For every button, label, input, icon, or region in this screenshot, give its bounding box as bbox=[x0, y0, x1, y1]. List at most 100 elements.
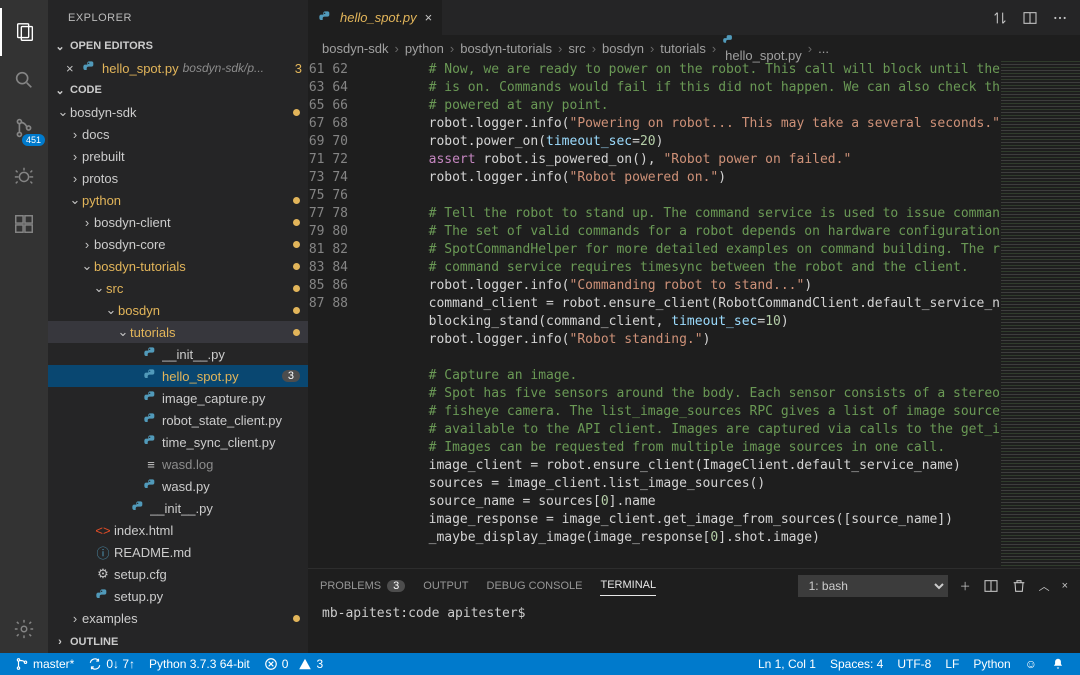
file-item[interactable]: ⚙setup.cfg bbox=[48, 563, 308, 585]
status-eol[interactable]: LF bbox=[938, 657, 966, 671]
breadcrumb-item[interactable]: src bbox=[568, 41, 585, 56]
open-editors-section[interactable]: ⌄ OPEN EDITORS bbox=[48, 35, 308, 57]
close-icon[interactable]: × bbox=[66, 61, 82, 76]
chevron-right-icon: › bbox=[54, 636, 66, 648]
file-item[interactable]: time_sync_client.py bbox=[48, 431, 308, 453]
extensions-icon[interactable] bbox=[0, 200, 48, 248]
chevron-up-icon[interactable]: ︿ bbox=[1039, 578, 1050, 594]
folder-item[interactable]: ›bosdyn-core bbox=[48, 233, 308, 255]
modified-dot bbox=[293, 197, 300, 204]
close-icon[interactable]: × bbox=[425, 10, 433, 25]
folder-item[interactable]: ⌄src bbox=[48, 277, 308, 299]
chevron-down-icon: ⌄ bbox=[54, 40, 66, 53]
tab-debug-console[interactable]: DEBUG CONSOLE bbox=[487, 580, 583, 592]
file-item[interactable]: ⓘREADME.md bbox=[48, 541, 308, 563]
outline-section[interactable]: › OUTLINE bbox=[48, 631, 308, 653]
folder-item[interactable]: ›examples bbox=[48, 607, 308, 629]
modified-dot bbox=[293, 109, 300, 116]
compare-changes-icon[interactable] bbox=[992, 10, 1008, 26]
folder-item[interactable]: ⌄python bbox=[48, 189, 308, 211]
status-feedback-icon[interactable]: ☺ bbox=[1018, 657, 1044, 671]
folder-item[interactable]: ›bosdyn-client bbox=[48, 211, 308, 233]
folder-item[interactable]: ›protos bbox=[48, 167, 308, 189]
breadcrumb[interactable]: bosdyn-sdk›python›bosdyn-tutorials›src›b… bbox=[308, 35, 1080, 61]
file-icon bbox=[94, 588, 112, 604]
split-terminal-icon[interactable] bbox=[983, 578, 999, 594]
breadcrumb-item[interactable]: bosdyn-sdk bbox=[322, 41, 388, 56]
file-item[interactable]: robot_state_client.py bbox=[48, 409, 308, 431]
file-icon: ⚙ bbox=[94, 566, 112, 582]
file-icon: ⓘ bbox=[94, 543, 112, 562]
editor-area: hello_spot.py × bosdyn-sdk›python›bosdyn… bbox=[308, 0, 1080, 653]
file-icon bbox=[130, 500, 148, 516]
folder-item[interactable]: ›prebuilt bbox=[48, 145, 308, 167]
sidebar: EXPLORER ⌄ OPEN EDITORS × hello_spot.py … bbox=[48, 0, 308, 653]
status-encoding[interactable]: UTF-8 bbox=[890, 657, 938, 671]
modified-dot bbox=[293, 241, 300, 248]
folder-item[interactable]: ⌄tutorials bbox=[48, 321, 308, 343]
file-item[interactable]: __init__.py bbox=[48, 343, 308, 365]
tab-terminal[interactable]: TERMINAL bbox=[600, 579, 656, 596]
terminal-body[interactable]: mb-apitest:code apitester$ bbox=[308, 602, 1080, 653]
modified-dot bbox=[293, 219, 300, 226]
scm-icon[interactable]: 451 bbox=[0, 104, 48, 152]
file-icon bbox=[142, 346, 160, 362]
file-icon bbox=[142, 434, 160, 450]
python-file-icon bbox=[722, 34, 802, 48]
breadcrumb-item[interactable]: tutorials bbox=[660, 41, 706, 56]
file-icon: ≡ bbox=[142, 457, 160, 472]
tab-problems[interactable]: PROBLEMS 3 bbox=[320, 580, 405, 592]
status-python-env[interactable]: Python 3.7.3 64-bit bbox=[142, 653, 257, 675]
file-item[interactable]: __init__.py bbox=[48, 497, 308, 519]
folder-item[interactable]: ›docs bbox=[48, 123, 308, 145]
status-bar: master* 0↓ 7↑ Python 3.7.3 64-bit 0 3 Ln… bbox=[0, 653, 1080, 675]
new-terminal-icon[interactable]: ＋ bbox=[960, 578, 971, 594]
breadcrumb-item[interactable]: bosdyn bbox=[602, 41, 644, 56]
file-tree: ⌄bosdyn-sdk›docs›prebuilt›protos⌄python›… bbox=[48, 101, 308, 631]
badge: 3 bbox=[282, 370, 300, 382]
status-lang[interactable]: Python bbox=[966, 657, 1017, 671]
tab-output[interactable]: OUTPUT bbox=[423, 580, 468, 592]
sidebar-title: EXPLORER bbox=[48, 0, 308, 35]
code-section[interactable]: ⌄ CODE bbox=[48, 79, 308, 101]
open-editor-item[interactable]: × hello_spot.py bosdyn-sdk/p... 3 bbox=[48, 57, 308, 79]
chevron-down-icon: ⌄ bbox=[54, 84, 66, 97]
code-editor[interactable]: 61 62 63 64 65 66 67 68 69 70 71 72 73 7… bbox=[308, 61, 1000, 568]
minimap[interactable] bbox=[1000, 61, 1080, 568]
breadcrumb-item[interactable]: python bbox=[405, 41, 444, 56]
search-icon[interactable] bbox=[0, 56, 48, 104]
status-lncol[interactable]: Ln 1, Col 1 bbox=[751, 657, 823, 671]
terminal-selector[interactable]: 1: bash bbox=[798, 575, 948, 597]
breadcrumb-item[interactable]: ... bbox=[818, 41, 829, 56]
chevron-down-icon: ⌄ bbox=[92, 280, 106, 296]
modified-dot bbox=[293, 329, 300, 336]
more-actions-icon[interactable] bbox=[1052, 10, 1068, 26]
file-item[interactable]: setup.py bbox=[48, 585, 308, 607]
folder-item[interactable]: ⌄bosdyn bbox=[48, 299, 308, 321]
file-item[interactable]: image_capture.py bbox=[48, 387, 308, 409]
breadcrumb-item[interactable]: hello_spot.py bbox=[722, 34, 802, 63]
status-errors[interactable]: 0 3 bbox=[257, 653, 330, 675]
folder-item[interactable]: ⌄bosdyn-tutorials bbox=[48, 255, 308, 277]
folder-item[interactable]: ⌄bosdyn-sdk bbox=[48, 101, 308, 123]
close-panel-icon[interactable]: × bbox=[1062, 580, 1068, 592]
file-icon bbox=[142, 412, 160, 428]
chevron-right-icon: › bbox=[80, 215, 94, 230]
status-spaces[interactable]: Spaces: 4 bbox=[823, 657, 890, 671]
file-icon bbox=[142, 368, 160, 384]
split-editor-icon[interactable] bbox=[1022, 10, 1038, 26]
status-sync[interactable]: 0↓ 7↑ bbox=[81, 653, 142, 675]
status-branch[interactable]: master* bbox=[8, 653, 81, 675]
file-item[interactable]: hello_spot.py3 bbox=[48, 365, 308, 387]
debug-icon[interactable] bbox=[0, 152, 48, 200]
bottom-panel: PROBLEMS 3 OUTPUT DEBUG CONSOLE TERMINAL… bbox=[308, 568, 1080, 653]
tab-hello-spot[interactable]: hello_spot.py × bbox=[308, 0, 443, 35]
status-bell-icon[interactable] bbox=[1044, 657, 1072, 671]
trash-icon[interactable] bbox=[1011, 578, 1027, 594]
settings-gear-icon[interactable] bbox=[0, 605, 48, 653]
explorer-icon[interactable] bbox=[0, 8, 48, 56]
file-item[interactable]: wasd.py bbox=[48, 475, 308, 497]
file-item[interactable]: ≡wasd.log bbox=[48, 453, 308, 475]
breadcrumb-item[interactable]: bosdyn-tutorials bbox=[460, 41, 552, 56]
file-item[interactable]: <>index.html bbox=[48, 519, 308, 541]
